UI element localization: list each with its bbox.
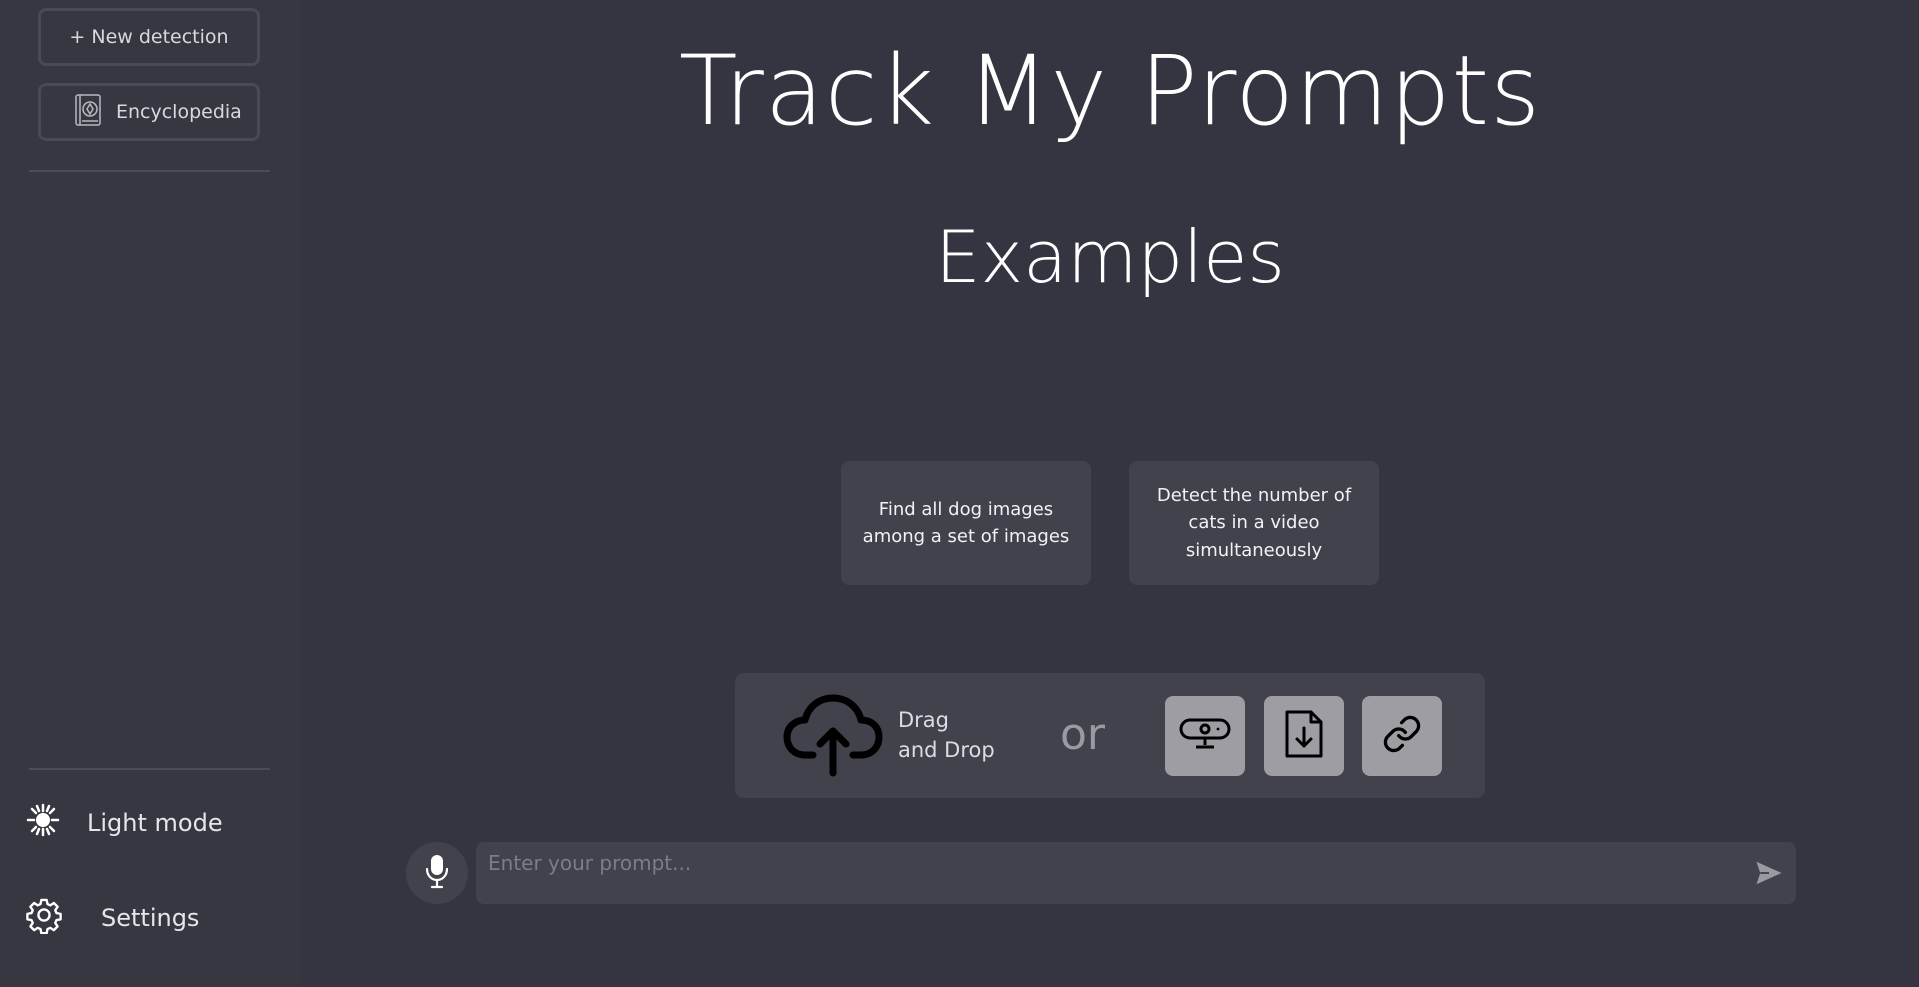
light-mode-toggle[interactable]: Light mode	[25, 802, 223, 844]
sidebar: + New detection Encyclopedia Light mode …	[0, 0, 301, 987]
encyclopedia-label: Encyclopedia	[116, 101, 242, 123]
sidebar-divider-bottom	[29, 768, 270, 770]
or-label: or	[1060, 709, 1106, 760]
example-card-text: Find all dog images among a set of image…	[862, 498, 1070, 548]
encyclopedia-icon	[74, 93, 102, 131]
microphone-icon	[424, 853, 450, 893]
microphone-button[interactable]	[406, 842, 468, 904]
settings-button[interactable]: Settings	[25, 896, 199, 940]
file-upload-button[interactable]	[1264, 696, 1344, 776]
new-detection-button[interactable]: + New detection	[38, 8, 260, 66]
link-icon	[1382, 714, 1422, 758]
encyclopedia-button[interactable]: Encyclopedia	[38, 83, 260, 141]
upload-panel[interactable]: Drag and Drop or	[735, 673, 1485, 798]
new-detection-label: + New detection	[69, 26, 229, 48]
example-card-text: Detect the number of cats in a video sim…	[1156, 484, 1352, 561]
example-card-cat-video[interactable]: Detect the number of cats in a video sim…	[1129, 461, 1379, 585]
settings-label: Settings	[101, 904, 200, 932]
examples-heading: Examples	[935, 215, 1285, 299]
prompt-container	[476, 842, 1796, 904]
cloud-upload-icon	[783, 693, 883, 781]
sun-icon	[25, 802, 61, 844]
prompt-input[interactable]	[486, 846, 1730, 880]
drag-line-1: Drag	[898, 708, 950, 732]
send-icon[interactable]	[1754, 858, 1784, 892]
webcam-icon	[1178, 716, 1232, 756]
light-mode-label: Light mode	[87, 809, 223, 837]
example-card-dog-images[interactable]: Find all dog images among a set of image…	[841, 461, 1091, 585]
drag-line-2: and Drop	[898, 738, 995, 762]
file-download-icon	[1283, 708, 1325, 764]
webcam-button[interactable]	[1165, 696, 1245, 776]
drag-and-drop-label: Drag and Drop	[898, 705, 995, 765]
page-title: Track My Prompts	[678, 35, 1542, 147]
sidebar-divider-top	[29, 170, 270, 172]
link-button[interactable]	[1362, 696, 1442, 776]
gear-icon	[25, 896, 63, 940]
